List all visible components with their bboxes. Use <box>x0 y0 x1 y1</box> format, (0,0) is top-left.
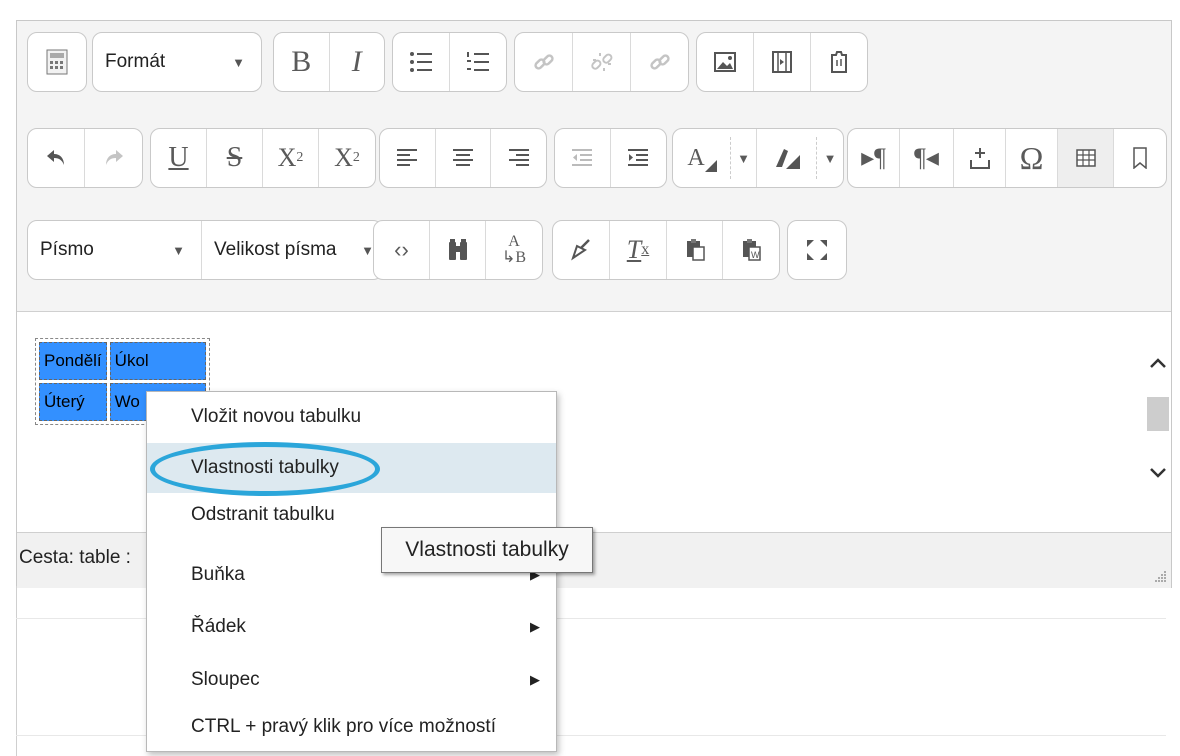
bookmark-icon[interactable] <box>1114 129 1166 187</box>
menu-item-label: Buňka <box>191 564 245 585</box>
table-cell[interactable]: Úterý <box>39 383 107 421</box>
rtl-icon[interactable]: ¶◂ <box>900 129 954 187</box>
replace-icon[interactable]: A ↳B <box>486 221 542 279</box>
format-select[interactable]: Formát ▼ <box>93 33 261 91</box>
align-left-icon[interactable] <box>380 129 436 187</box>
toolbar-group-style: B I <box>273 32 385 92</box>
background-color-icon[interactable] <box>757 129 817 187</box>
unlink-icon[interactable] <box>573 33 631 91</box>
table-icon[interactable] <box>1058 129 1114 187</box>
format-dropdown[interactable]: Formát ▼ <box>92 32 262 92</box>
element-path[interactable]: Cesta: table : <box>19 547 131 569</box>
toolbar-group-colors: A ▼ ▼ <box>672 128 844 188</box>
toolbar-group-indent <box>554 128 667 188</box>
menu-item-insert-table[interactable]: Vložit novou tabulku <box>147 392 556 442</box>
scroll-thumb[interactable] <box>1147 397 1169 431</box>
toolbar-group-links <box>514 32 689 92</box>
bullet-list-icon[interactable] <box>393 33 450 91</box>
manage-files-icon[interactable] <box>811 33 867 91</box>
toolbar-group-text-decoration: U S X2 X2 <box>150 128 376 188</box>
toolbar-group-fonts: Písmo ▼ Velikost písma ▼ <box>27 220 383 280</box>
menu-item-label: Řádek <box>191 616 246 637</box>
submenu-arrow-icon: ▶ <box>530 672 540 687</box>
outdent-icon[interactable] <box>555 129 611 187</box>
toolbar-group-toggle <box>27 32 87 92</box>
menu-item-label: Sloupec <box>191 669 260 690</box>
resize-handle-icon[interactable] <box>1153 570 1167 584</box>
toolbar-group-lists <box>392 32 507 92</box>
font-size-select[interactable]: Velikost písma ▼ <box>202 221 382 279</box>
toolbar-group-media <box>696 32 868 92</box>
equation-icon[interactable] <box>954 129 1006 187</box>
chevron-down-icon: ▼ <box>172 242 185 258</box>
redo-icon[interactable] <box>85 129 142 187</box>
submenu-arrow-icon: ▶ <box>530 619 540 634</box>
scrollbar[interactable] <box>1141 312 1171 532</box>
paste-text-icon[interactable] <box>667 221 723 279</box>
indent-icon[interactable] <box>611 129 667 187</box>
menu-item-column[interactable]: Sloupec ▶ <box>147 655 556 705</box>
scroll-up-icon[interactable] <box>1147 357 1169 377</box>
special-char-icon[interactable]: Ω <box>1006 129 1058 187</box>
find-icon[interactable] <box>430 221 486 279</box>
strikethrough-icon[interactable]: S <box>207 129 263 187</box>
underline-icon[interactable]: U <box>151 129 207 187</box>
bold-icon[interactable]: B <box>274 33 330 91</box>
html-icon[interactable]: ‹› <box>374 221 430 279</box>
numbered-list-icon[interactable] <box>450 33 507 91</box>
toolbar-group-extras: ▸¶ ¶◂ Ω <box>847 128 1167 188</box>
undo-icon[interactable] <box>28 129 85 187</box>
page-border <box>16 586 17 756</box>
align-center-icon[interactable] <box>436 129 492 187</box>
menu-item-label: CTRL + pravý klik pro více možností <box>191 716 496 737</box>
table-cell[interactable]: Pondělí <box>39 342 107 380</box>
align-right-icon[interactable] <box>491 129 546 187</box>
font-select[interactable]: Písmo ▼ <box>28 221 202 279</box>
anchor-icon[interactable] <box>631 33 688 91</box>
menu-item-label: Vložit novou tabulku <box>191 406 362 427</box>
toolbar-group-align <box>379 128 547 188</box>
highlight-ring <box>150 442 380 496</box>
clear-format-icon[interactable] <box>553 221 610 279</box>
text-color-chevron-icon[interactable]: ▼ <box>731 129 757 187</box>
ltr-icon[interactable]: ▸¶ <box>848 129 900 187</box>
svg-text:W: W <box>751 250 760 260</box>
toolbar-group-cleanup: Tx W <box>552 220 780 280</box>
link-icon[interactable] <box>515 33 573 91</box>
format-label: Formát <box>105 51 166 72</box>
font-size-label: Velikost písma <box>214 239 337 260</box>
remove-format-icon[interactable]: Tx <box>610 221 667 279</box>
superscript-icon[interactable]: X2 <box>319 129 375 187</box>
toolbar-group-tools: ‹› A ↳B <box>373 220 543 280</box>
table-cell[interactable]: Úkol <box>109 342 206 380</box>
media-icon[interactable] <box>754 33 811 91</box>
subscript-icon[interactable]: X2 <box>263 129 319 187</box>
scroll-down-icon[interactable] <box>1147 467 1169 487</box>
background-color-chevron-icon[interactable]: ▼ <box>817 129 843 187</box>
toolbar-group-history <box>27 128 143 188</box>
menu-item-label: Odstranit tabulku <box>191 504 335 525</box>
menu-item-row[interactable]: Řádek ▶ <box>147 602 556 652</box>
font-label: Písmo <box>40 239 94 260</box>
menu-item-more-options-hint: CTRL + pravý klik pro více možností <box>147 702 556 752</box>
tooltip: Vlastnosti tabulky <box>381 527 593 573</box>
fullscreen-icon[interactable] <box>788 221 846 279</box>
editor-toolbar: Formát ▼ B I U S X 2 X 2 A ▼ ▼ ▸¶ ¶◂ Ω P… <box>17 21 1171 312</box>
text-color-icon[interactable]: A <box>673 129 731 187</box>
image-icon[interactable] <box>697 33 754 91</box>
toolbar-toggle-icon[interactable] <box>28 33 86 91</box>
chevron-down-icon: ▼ <box>232 54 245 70</box>
table-row: Pondělí Úkol <box>39 342 206 380</box>
paste-word-icon[interactable]: W <box>723 221 779 279</box>
italic-icon[interactable]: I <box>330 33 385 91</box>
toolbar-group-fullscreen <box>787 220 847 280</box>
